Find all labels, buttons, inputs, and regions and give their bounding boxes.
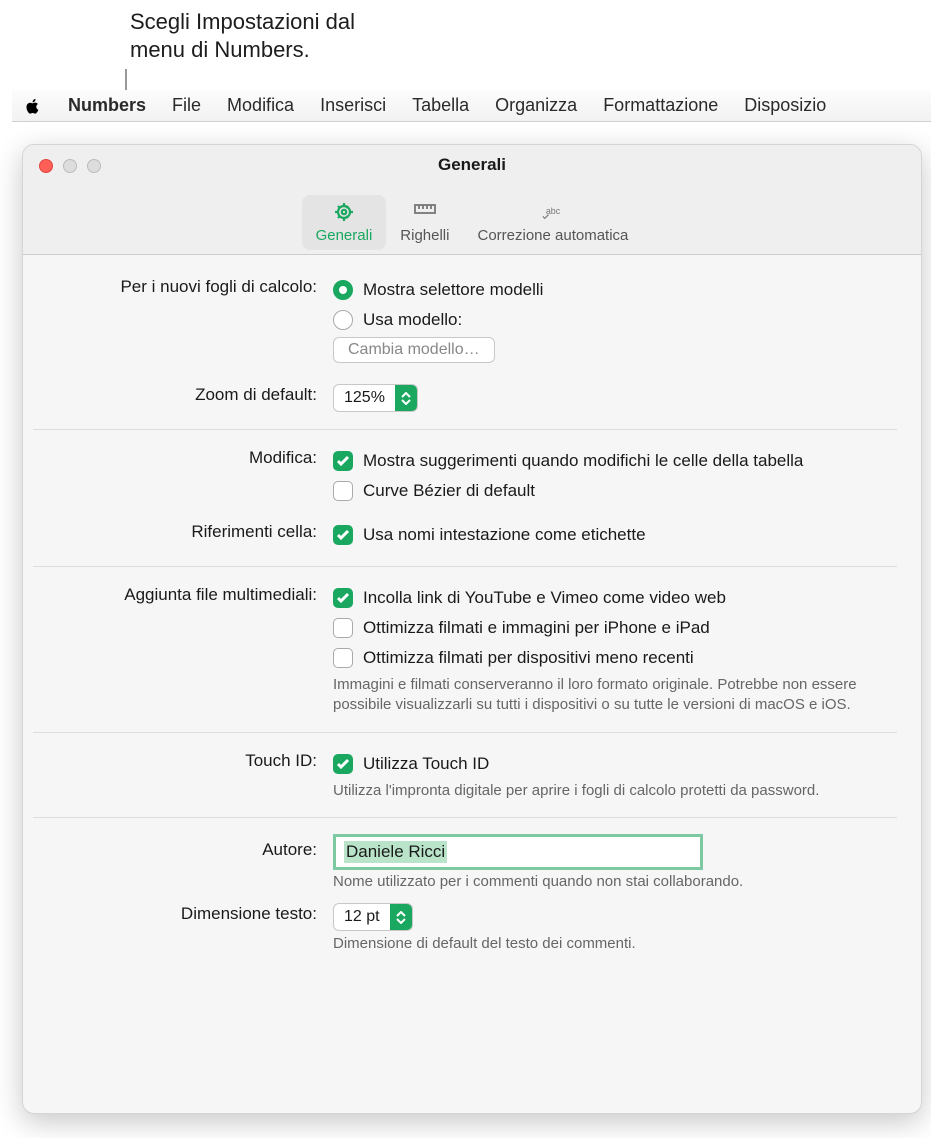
textsize-value: 12 pt [334, 908, 390, 926]
gear-icon [329, 199, 359, 225]
radio-show-chooser[interactable] [333, 280, 353, 300]
media-desc: Immagini e filmati conserveranno il loro… [333, 675, 893, 716]
author-input[interactable]: Daniele Ricci [333, 834, 703, 870]
tab-righelli-label: Righelli [400, 227, 449, 244]
stepper-arrows-icon [390, 904, 412, 930]
radio-show-chooser-label: Mostra selettore modelli [363, 280, 543, 300]
checkbox-paste-links-label: Incolla link di YouTube e Vimeo come vid… [363, 588, 726, 608]
checkbox-opt-iphone-label: Ottimizza filmati e immagini per iPhone … [363, 618, 710, 638]
apple-logo-icon[interactable] [24, 97, 42, 115]
textsize-label: Dimensione testo: [33, 902, 333, 924]
menubar-tabella[interactable]: Tabella [412, 95, 469, 116]
touchid-desc: Utilizza l'impronta digitale per aprire … [333, 781, 853, 801]
menubar-modifica[interactable]: Modifica [227, 95, 294, 116]
divider [33, 429, 897, 430]
tab-generali-label: Generali [316, 227, 373, 244]
tab-generali[interactable]: Generali [302, 195, 387, 250]
checkbox-header-names[interactable] [333, 525, 353, 545]
callout-text: Scegli Impostazioni dal menu di Numbers. [130, 8, 355, 63]
checkbox-opt-older-label: Ottimizza filmati per dispositivi meno r… [363, 648, 694, 668]
default-zoom-select[interactable]: 125% [333, 384, 418, 412]
menubar: Numbers File Modifica Inserisci Tabella … [12, 90, 931, 122]
abc-icon: abc [538, 199, 568, 225]
checkbox-header-names-label: Usa nomi intestazione come etichette [363, 525, 646, 545]
ruler-icon [410, 199, 440, 225]
textsize-select[interactable]: 12 pt [333, 903, 413, 931]
tab-autocorrect-label: Correzione automatica [477, 227, 628, 244]
checkbox-suggestions-label: Mostra suggerimenti quando modifichi le … [363, 451, 803, 471]
menubar-disposizione[interactable]: Disposizio [744, 95, 826, 116]
preferences-toolbar: Generali Righelli abc Correzione automat… [23, 195, 921, 250]
author-desc: Nome utilizzato per i commenti quando no… [333, 872, 893, 892]
checkbox-bezier[interactable] [333, 481, 353, 501]
tab-autocorrect[interactable]: abc Correzione automatica [463, 195, 642, 250]
menubar-inserisci[interactable]: Inserisci [320, 95, 386, 116]
default-zoom-value: 125% [334, 389, 395, 407]
general-pane: Per i nuovi fogli di calcolo: Mostra sel… [23, 255, 921, 978]
window-title: Generali [23, 155, 921, 175]
checkbox-opt-older[interactable] [333, 648, 353, 668]
divider [33, 817, 897, 818]
checkbox-touchid-label: Utilizza Touch ID [363, 754, 489, 774]
menubar-organizza[interactable]: Organizza [495, 95, 577, 116]
radio-use-template-label: Usa modello: [363, 310, 462, 330]
preferences-window: Generali Generali Righelli abc Correzion… [22, 144, 922, 1114]
new-spreadsheets-label: Per i nuovi fogli di calcolo: [33, 275, 333, 297]
checkbox-bezier-label: Curve Bézier di default [363, 481, 535, 501]
checkbox-suggestions[interactable] [333, 451, 353, 471]
radio-use-template[interactable] [333, 310, 353, 330]
checkbox-paste-links[interactable] [333, 588, 353, 608]
media-label: Aggiunta file multimediali: [33, 583, 333, 605]
change-template-button[interactable]: Cambia modello… [333, 337, 495, 363]
touchid-label: Touch ID: [33, 749, 333, 771]
menubar-formattazione[interactable]: Formattazione [603, 95, 718, 116]
checkbox-touchid[interactable] [333, 754, 353, 774]
author-label: Autore: [33, 834, 333, 860]
titlebar: Generali Generali Righelli abc Correzion… [23, 145, 921, 255]
checkbox-opt-iphone[interactable] [333, 618, 353, 638]
cellrefs-label: Riferimenti cella: [33, 520, 333, 542]
editing-label: Modifica: [33, 446, 333, 468]
textsize-desc: Dimensione di default del testo dei comm… [333, 934, 893, 954]
tab-righelli[interactable]: Righelli [386, 195, 463, 250]
stepper-arrows-icon [395, 385, 417, 411]
divider [33, 566, 897, 567]
menubar-file[interactable]: File [172, 95, 201, 116]
default-zoom-label: Zoom di default: [33, 383, 333, 405]
divider [33, 732, 897, 733]
menubar-numbers[interactable]: Numbers [68, 95, 146, 116]
author-value: Daniele Ricci [344, 841, 447, 863]
